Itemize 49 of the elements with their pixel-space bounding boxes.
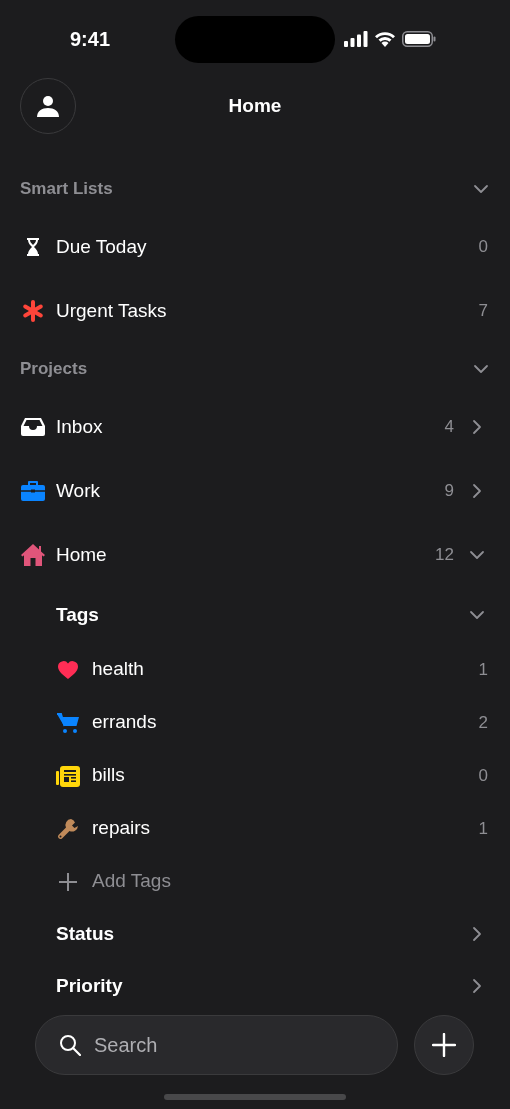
item-count: 4	[444, 416, 454, 439]
group-row[interactable]: Tags	[0, 587, 510, 643]
list-row[interactable]: Due Today 0	[0, 215, 510, 279]
add-tags-button[interactable]: Add Tags	[0, 855, 171, 908]
tag-row[interactable]: repairs 1	[0, 802, 510, 855]
group-name: Priority	[56, 973, 123, 998]
group-row[interactable]: Status	[0, 908, 510, 960]
project-name: Inbox	[56, 414, 104, 439]
tag-row[interactable]: health 1	[0, 643, 510, 696]
project-row[interactable]: Inbox 4	[0, 395, 510, 459]
group-row[interactable]: Priority	[0, 960, 510, 1012]
battery-icon	[402, 31, 436, 47]
item-count: 7	[478, 300, 488, 323]
item-count: 1	[478, 817, 488, 840]
tag-name: health	[92, 657, 145, 682]
item-count: 2	[478, 711, 488, 734]
item-count: 12	[435, 544, 454, 567]
search-icon	[59, 1034, 81, 1056]
item-count: 1	[478, 658, 488, 681]
tag-name: bills	[92, 763, 126, 788]
signal-icon	[344, 31, 368, 47]
project-row[interactable]: Work 9	[0, 459, 510, 523]
plus-icon	[58, 871, 78, 892]
tag-row[interactable]: errands 2	[0, 696, 510, 749]
wifi-icon	[374, 31, 396, 47]
list-name: Urgent Tasks	[56, 298, 168, 323]
person-icon	[36, 94, 60, 118]
section-title: Projects	[20, 358, 88, 381]
section-header[interactable]: Smart Lists	[0, 163, 510, 215]
item-count: 9	[444, 480, 454, 503]
tag-row[interactable]: bills 0	[0, 749, 510, 802]
list-name: Due Today	[56, 234, 148, 259]
project-name: Home	[56, 542, 108, 567]
group-name: Tags	[56, 602, 99, 627]
project-name: Work	[56, 478, 101, 503]
plus-icon	[432, 1033, 456, 1057]
list-row[interactable]: Urgent Tasks 7	[0, 279, 510, 343]
profile-button[interactable]	[20, 78, 76, 134]
status-time: 9:41	[70, 27, 111, 52]
tag-name: errands	[92, 710, 158, 735]
project-row[interactable]: Home 12	[0, 523, 510, 587]
section-title: Smart Lists	[20, 178, 113, 201]
item-count: 0	[478, 764, 488, 787]
group-name: Status	[56, 921, 115, 946]
search-field[interactable]: Search	[35, 1015, 398, 1075]
page-title: Home	[228, 93, 282, 118]
tag-name: repairs	[92, 816, 152, 841]
section-header[interactable]: Projects	[0, 343, 510, 395]
item-count: 0	[478, 236, 488, 259]
